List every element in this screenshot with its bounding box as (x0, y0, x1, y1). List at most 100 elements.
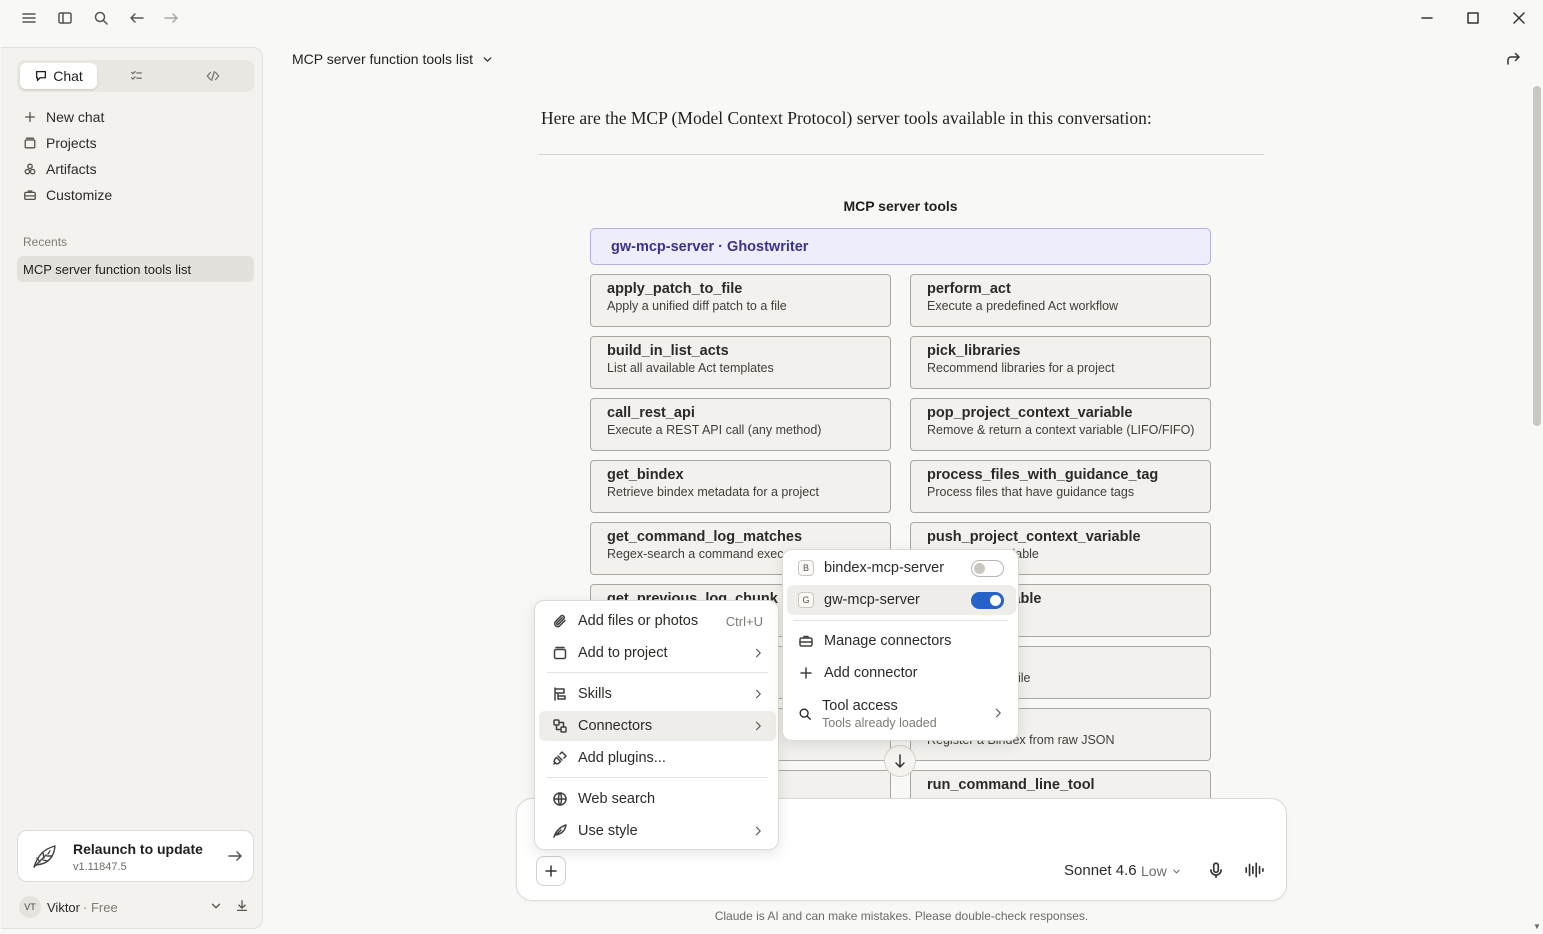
tool-description: Remove & return a context variable (LIFO… (927, 423, 1195, 437)
briefcase-icon (799, 635, 813, 647)
avatar: VT (19, 896, 41, 918)
tool-card: pick_libraries Recommend libraries for a … (910, 336, 1211, 389)
tool-card: pop_project_context_variable Remove & ret… (910, 398, 1211, 451)
connectors-icon (553, 719, 567, 733)
quill-icon (553, 824, 567, 838)
menu-item-label: Use style (578, 823, 638, 839)
plus-icon (800, 667, 812, 679)
widget-title: MCP server tools (843, 198, 958, 214)
connector-badge: G (798, 592, 814, 608)
tool-access-label: Tool access (822, 698, 898, 714)
tool-name: build_in_list_acts (607, 343, 729, 359)
connector-toggle-bindex[interactable] (971, 560, 1004, 577)
add-connector-item[interactable]: Add connector (787, 658, 1016, 688)
connector-name: gw-mcp-server (824, 592, 920, 608)
menu-item-add-plugins[interactable]: Add plugins... (539, 743, 776, 773)
scroll-down-arrow-icon[interactable]: ▼ (1533, 922, 1541, 931)
tool-name: apply_patch_to_file (607, 281, 743, 297)
menu-item-label: Web search (578, 791, 656, 807)
connector-toggle-gw[interactable] (971, 592, 1004, 609)
tool-description: Retrieve bindex metadata for a project (607, 485, 819, 499)
tool-description: Apply a unified diff patch to a file (607, 299, 787, 313)
connector-name: bindex-mcp-server (824, 560, 945, 576)
shortcut-label: Ctrl+U (725, 613, 763, 629)
connector-bindex[interactable]: B bindex-mcp-server (787, 553, 1016, 583)
globe-icon (553, 792, 567, 806)
tool-access-item[interactable]: Tool access Tools already loaded (787, 694, 1016, 734)
menu-item-web-search[interactable]: Web search (539, 784, 776, 814)
add-attachment-button[interactable] (536, 856, 566, 886)
user-name: Viktor (47, 899, 80, 915)
tool-card: apply_patch_to_file Apply a unified diff … (590, 274, 891, 327)
chevron-right-icon (755, 721, 761, 731)
voice-mode-button[interactable] (1244, 861, 1264, 879)
paperclip-icon (553, 614, 566, 628)
tool-name: perform_act (927, 281, 1011, 297)
chevron-down-icon (1172, 869, 1180, 873)
update-version: v1.11847.5 (73, 861, 127, 873)
tool-description: Process files that have guidance tags (927, 485, 1135, 499)
search-icon (799, 708, 811, 720)
menu-divider (793, 620, 1008, 621)
manage-connectors-item[interactable]: Manage connectors (787, 626, 1016, 656)
folder-icon (553, 646, 567, 660)
arrow-right-icon (228, 851, 242, 861)
tool-description: Recommend libraries for a project (927, 361, 1115, 375)
disclaimer: Claude is AI and can make mistakes. Plea… (714, 909, 1089, 923)
user-menu[interactable]: VT Viktor · Free (17, 896, 254, 918)
plug-icon (553, 751, 567, 765)
tool-name: run_command_line_tool (927, 777, 1095, 793)
tool-name: get_command_log_matches (607, 529, 803, 545)
chevron-right-icon (755, 648, 761, 658)
menu-divider (547, 672, 768, 673)
tool-card: perform_act Execute a predefined Act work… (910, 274, 1211, 327)
tool-description: List all available Act templates (607, 361, 774, 375)
waveform-icon (1245, 862, 1264, 878)
connector-badge: B (798, 560, 814, 576)
menu-item-use-style[interactable]: Use style (539, 816, 776, 846)
skills-icon (554, 687, 566, 701)
effort-selector[interactable]: Low (1141, 863, 1182, 879)
tool-card: call_rest_api Execute a REST API call (an… (590, 398, 891, 451)
arrow-down-icon (895, 754, 905, 768)
manage-connectors-label: Manage connectors (824, 633, 952, 649)
model-selector[interactable]: Sonnet 4.6 (1064, 862, 1137, 879)
menu-divider (547, 777, 768, 778)
server-banner: gw-mcp-server · Ghostwriter (590, 228, 1211, 265)
menu-item-add-files[interactable]: Add files or photos Ctrl+U (539, 606, 776, 636)
menu-item-label: Add files or photos (578, 613, 699, 629)
plus-icon (545, 865, 557, 877)
menu-item-connectors[interactable]: Connectors (539, 711, 776, 741)
microphone-button[interactable] (1207, 861, 1225, 879)
effort-label: Low (1141, 863, 1167, 879)
leaf-icon (33, 845, 56, 868)
relaunch-update-card[interactable]: Relaunch to update v1.11847.5 (17, 830, 254, 882)
menu-item-label: Connectors (578, 718, 653, 734)
menu-item-label: Add plugins... (578, 750, 666, 766)
tool-name: call_rest_api (607, 405, 695, 421)
menu-item-add-to-project[interactable]: Add to project (539, 638, 776, 668)
chevron-right-icon (995, 708, 1001, 718)
menu-item-skills[interactable]: Skills (539, 679, 776, 709)
download-icon[interactable] (235, 899, 249, 913)
tool-description: Execute a predefined Act workflow (927, 299, 1119, 313)
chevron-right-icon (755, 689, 761, 699)
tool-name: pop_project_context_variable (927, 405, 1133, 421)
tool-access-subtitle: Tools already loaded (822, 716, 937, 730)
tool-card: process_files_with_guidance_tag Process f… (910, 460, 1211, 513)
tool-name: push_project_context_variable (927, 529, 1141, 545)
chevron-down-icon[interactable] (209, 899, 223, 913)
connector-gw[interactable]: G gw-mcp-server (787, 585, 1016, 615)
menu-item-label: Skills (578, 686, 612, 702)
chevron-right-icon (755, 826, 761, 836)
update-title: Relaunch to update (73, 841, 203, 857)
add-connector-label: Add connector (824, 665, 918, 681)
tool-card: get_bindex Retrieve bindex metadata for a… (590, 460, 891, 513)
tool-card: build_in_list_acts List all available Act… (590, 336, 891, 389)
scroll-to-bottom-button[interactable] (884, 745, 916, 777)
user-plan: · Free (83, 899, 118, 915)
add-menu: Add files or photos Ctrl+U Add to projec… (534, 600, 779, 850)
tool-description: Execute a REST API call (any method) (607, 423, 822, 437)
connectors-submenu: B bindex-mcp-server G gw-mcp-server Mana… (782, 549, 1019, 741)
tool-card: run_command_line_tool (910, 770, 1211, 798)
